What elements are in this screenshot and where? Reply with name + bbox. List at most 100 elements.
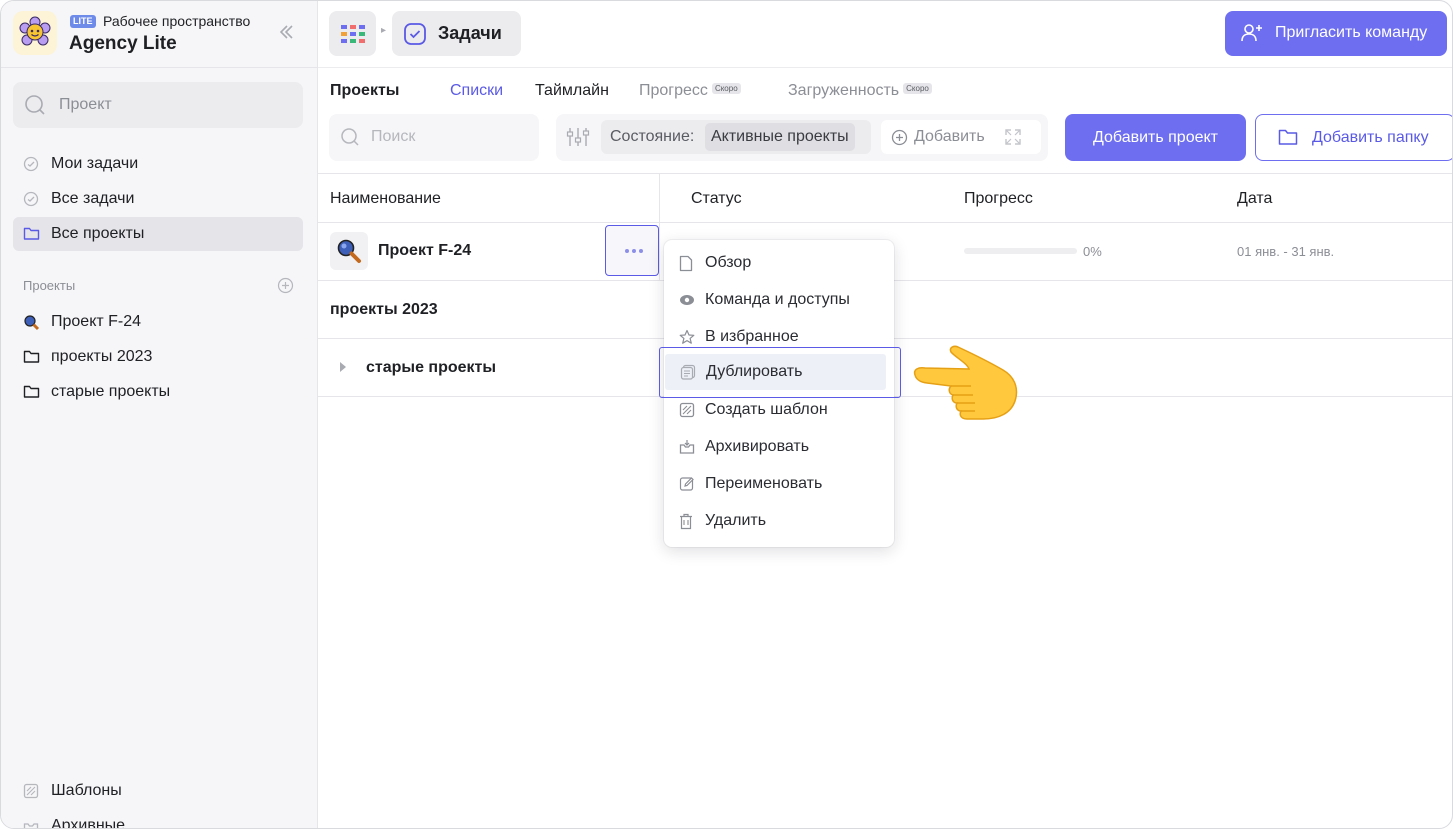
- column-divider: [659, 174, 660, 280]
- sidebar-project-f24[interactable]: Проект F-24: [13, 305, 303, 339]
- column-header-progress[interactable]: Прогресс: [964, 190, 1033, 208]
- sidebar-item-label: проекты 2023: [51, 348, 153, 365]
- more-actions-button[interactable]: [605, 225, 659, 276]
- sidebar-item-label: Мои задачи: [51, 155, 139, 172]
- project-emoji-icon: [330, 232, 368, 270]
- apps-button[interactable]: [329, 11, 376, 56]
- lite-badge: LITE: [70, 15, 96, 28]
- invite-team-label: Пригласить команду: [1275, 24, 1428, 41]
- search-placeholder: Поиск: [371, 128, 416, 145]
- sidebar-item-label: Проект F-24: [51, 313, 142, 330]
- trash-icon: [680, 513, 692, 530]
- collapse-sidebar-icon[interactable]: [275, 21, 299, 45]
- menu-item-archive[interactable]: Архивировать: [664, 429, 894, 465]
- projects-section-title: Проекты: [23, 278, 76, 293]
- divider: [318, 222, 1452, 223]
- add-circle-icon: [891, 129, 908, 146]
- menu-item-label: Создать шаблон: [705, 401, 828, 418]
- project-name[interactable]: Проект F-24: [378, 242, 471, 260]
- tab-lists[interactable]: Списки: [450, 82, 503, 100]
- add-folder-button[interactable]: Добавить папку: [1255, 114, 1452, 161]
- workspace-header[interactable]: LITE Рабочее пространство Agency Lite: [1, 1, 317, 68]
- flower-logo-icon: [19, 16, 51, 46]
- tab-workload[interactable]: Загруженность Скоро: [788, 82, 932, 100]
- add-user-icon: [1241, 24, 1262, 42]
- magnifier-emoji-icon: [24, 315, 40, 331]
- menu-item-overview[interactable]: Обзор: [664, 245, 894, 281]
- tab-progress[interactable]: Прогресс Скоро: [639, 82, 741, 100]
- app-window: LITE Рабочее пространство Agency Lite Пр…: [0, 0, 1453, 829]
- add-filter-label: Добавить: [914, 128, 985, 145]
- menu-item-label: Команда и доступы: [705, 291, 850, 308]
- sidebar-item-my-tasks[interactable]: Мои задачи: [13, 147, 303, 181]
- sidebar-project-2023[interactable]: проекты 2023: [13, 340, 303, 374]
- workspace-subtitle: Рабочее пространство: [103, 13, 251, 29]
- archive-icon: [679, 440, 695, 454]
- sidebar-item-archived[interactable]: Архивные: [13, 809, 303, 829]
- search-icon: [341, 128, 359, 146]
- add-project-icon[interactable]: [277, 277, 294, 294]
- tab-projects[interactable]: Проекты: [330, 82, 399, 100]
- search-placeholder: Проект: [59, 96, 112, 113]
- folder-icon: [1278, 129, 1298, 145]
- sidebar-item-label: Архивные: [51, 817, 126, 829]
- invite-team-button[interactable]: Пригласить команду: [1225, 11, 1447, 56]
- soon-badge: Скоро: [903, 83, 932, 95]
- folder-icon: [23, 227, 40, 240]
- sidebar-item-label: Все проекты: [51, 225, 145, 242]
- column-header-date[interactable]: Дата: [1237, 190, 1272, 208]
- expand-caret-icon[interactable]: [340, 362, 346, 372]
- progress-bar: [964, 248, 1077, 254]
- state-filter-value: Активные проекты: [705, 123, 855, 151]
- state-filter-key: Состояние:: [610, 128, 695, 145]
- menu-item-label: Удалить: [705, 512, 767, 529]
- workspace-name: Agency Lite: [69, 33, 177, 54]
- menu-item-label: Обзор: [705, 254, 752, 271]
- tab-timeline[interactable]: Таймлайн: [535, 82, 609, 100]
- project-date: 01 янв. - 31 янв.: [1237, 244, 1335, 259]
- template-icon: [679, 402, 695, 418]
- top-bar: ▸ Задачи Пригласить команду: [318, 1, 1452, 68]
- column-header-status[interactable]: Статус: [691, 190, 742, 208]
- search-input[interactable]: Поиск: [329, 114, 539, 161]
- state-filter[interactable]: Состояние: Активные проекты: [601, 120, 871, 154]
- folder-row-old-projects[interactable]: старые проекты: [366, 359, 496, 377]
- dot: [639, 249, 643, 253]
- divider: [318, 173, 1452, 174]
- check-square-icon: [404, 23, 426, 45]
- menu-item-label: В избранное: [705, 328, 799, 345]
- sidebar-item-label: Все задачи: [51, 190, 135, 207]
- duplicate-highlight-frame: [659, 347, 901, 398]
- archive-icon: [23, 823, 39, 828]
- tab-label: Прогресс: [639, 82, 708, 99]
- dot: [625, 249, 629, 253]
- eye-icon: [680, 295, 694, 305]
- add-project-button[interactable]: Добавить проект: [1065, 114, 1246, 161]
- sidebar-project-old[interactable]: старые проекты: [13, 375, 303, 409]
- sidebar: LITE Рабочее пространство Agency Lite Пр…: [1, 1, 318, 829]
- search-icon: [25, 95, 45, 115]
- apps-grid-icon: [340, 24, 365, 43]
- menu-item-delete[interactable]: Удалить: [664, 503, 894, 539]
- page-icon: [679, 255, 693, 272]
- magnifier-emoji-icon: [337, 239, 361, 263]
- sidebar-item-all-projects[interactable]: Все проекты: [13, 217, 303, 251]
- group-row-2023[interactable]: проекты 2023: [330, 301, 438, 319]
- add-filter-button[interactable]: Добавить: [881, 120, 1041, 154]
- filter-sliders-icon[interactable]: [566, 126, 590, 148]
- column-header-name[interactable]: Наименование: [330, 190, 441, 208]
- check-circle-icon: [23, 156, 39, 172]
- breadcrumb-arrow-icon: ▸: [381, 25, 387, 36]
- project-search-input[interactable]: Проект: [13, 82, 303, 128]
- breadcrumb-label: Задачи: [438, 23, 502, 43]
- expand-icon[interactable]: [1004, 128, 1022, 146]
- folder-icon: [23, 385, 40, 398]
- sidebar-item-all-tasks[interactable]: Все задачи: [13, 182, 303, 216]
- breadcrumb-tasks[interactable]: Задачи: [392, 11, 521, 56]
- menu-item-label: Архивировать: [705, 438, 810, 455]
- add-folder-label: Добавить папку: [1312, 129, 1429, 146]
- sidebar-item-templates[interactable]: Шаблоны: [13, 774, 303, 808]
- menu-item-rename[interactable]: Переименовать: [664, 466, 894, 502]
- menu-item-team-access[interactable]: Команда и доступы: [664, 282, 894, 318]
- progress-value: 0%: [1083, 244, 1102, 259]
